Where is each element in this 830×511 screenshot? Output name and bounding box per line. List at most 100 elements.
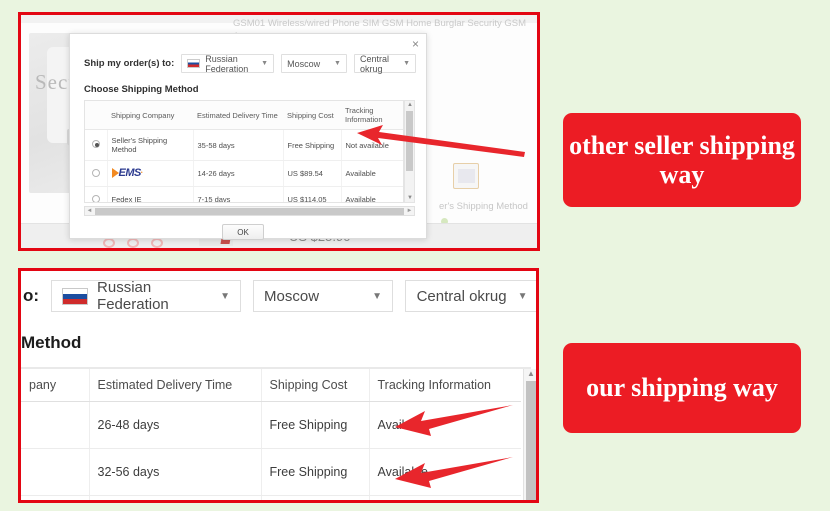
cell-delivery: 14-26 days [192, 160, 283, 187]
cell-company: Fedex IE [106, 186, 193, 202]
column-header-cost: Shipping Cost [260, 369, 369, 402]
cell-delivery: 26-48 days [88, 401, 261, 449]
cell-cost [260, 495, 369, 500]
cell-company [21, 448, 89, 496]
scroll-up-icon[interactable]: ▲ [407, 102, 413, 108]
shipping-method-table-wrapper: pany Estimated Delivery Time Shipping Co… [21, 369, 521, 500]
scrollbar-thumb[interactable] [526, 381, 536, 500]
state-select[interactable]: Moscow ▼ [253, 280, 394, 312]
row-radio-cell[interactable] [85, 129, 107, 161]
row-radio-cell[interactable] [85, 186, 107, 202]
cell-company [21, 495, 89, 500]
cell-tracking: Not available [340, 129, 403, 161]
cell-cost: Free Shipping [260, 448, 369, 496]
table-header-row: Shipping Company Estimated Delivery Time… [85, 101, 403, 130]
ems-logo-text: EMS [118, 167, 142, 179]
table-horizontal-scrollbar[interactable]: ◄ ► [84, 206, 415, 216]
scroll-down-icon[interactable]: ▼ [407, 195, 413, 201]
scrollbar-thumb[interactable] [406, 111, 413, 171]
chevron-down-icon: ▼ [517, 290, 528, 302]
ship-to-label-cropped: o: [23, 286, 40, 305]
russia-flag-icon [62, 287, 89, 305]
ship-to-label: Ship my order(s) to: [84, 58, 175, 69]
scroll-right-icon[interactable]: ► [405, 208, 414, 214]
cell-tracking [368, 495, 521, 500]
column-header-company: Shipping Company [107, 101, 193, 130]
radio-button-icon[interactable] [91, 168, 100, 177]
cell-delivery: 32-56 days [88, 448, 261, 496]
row-radio-cell[interactable] [85, 160, 107, 187]
cell-company [21, 401, 89, 449]
cell-tracking: Available [368, 448, 521, 496]
scroll-left-icon[interactable]: ◄ [85, 208, 94, 214]
cell-delivery [88, 495, 261, 500]
table-row[interactable]: 32-56 days Free Shipping Available [21, 448, 521, 496]
chevron-down-icon: ▼ [403, 60, 410, 67]
cell-cost: Free Shipping [282, 129, 341, 161]
country-select[interactable]: Russian Federation ▼ [51, 279, 242, 313]
radio-button-icon[interactable] [91, 194, 100, 202]
table-row[interactable]: EMS • 14-26 days US $89.54 Available [85, 160, 403, 187]
column-header-tracking: Tracking Information [341, 101, 403, 130]
city-select-value: Central okrug [359, 53, 389, 74]
city-select[interactable]: Central okrug ▼ [353, 53, 416, 74]
state-select-value: Moscow [264, 287, 320, 305]
cell-tracking: Available [368, 401, 521, 449]
choose-shipping-method-heading-cropped: Method [21, 333, 82, 352]
table-row[interactable]: Fedex IE 7-15 days US $114.05 Available [85, 186, 403, 202]
cell-cost: US $89.54 [282, 160, 341, 187]
cell-tracking: Available [340, 186, 403, 202]
shipping-method-table-wrapper: Shipping Company Estimated Delivery Time… [84, 100, 404, 203]
top-panel-other-seller: GSM01 Wireless/wired Phone SIM GSM Home … [18, 12, 540, 251]
bottom-panel-our-shipping: o: Russian Federation ▼ Moscow ▼ Central… [18, 268, 539, 503]
shipping-method-modal: × Ship my order(s) to: Russian Federatio… [69, 33, 427, 240]
radio-button-icon[interactable] [91, 140, 100, 148]
callout-our-shipping: our shipping way [563, 343, 801, 433]
russia-flag-icon [187, 59, 201, 68]
close-icon[interactable]: × [412, 38, 419, 50]
column-header-select [85, 101, 107, 130]
city-select-value: Central okrug [416, 287, 507, 305]
cell-company: EMS • [106, 160, 193, 187]
ems-logo-icon: EMS • [111, 167, 143, 179]
background-thumbnail [453, 163, 479, 189]
choose-shipping-method-heading: Choose Shipping Method [84, 84, 199, 95]
city-select[interactable]: Central okrug ▼ [405, 280, 536, 312]
ship-to-row: Ship my order(s) to: Russian Federation … [84, 53, 416, 74]
column-header-tracking: Tracking Information [368, 369, 521, 402]
screenshot-root: GSM01 Wireless/wired Phone SIM GSM Home … [0, 0, 830, 511]
scrollbar-thumb[interactable] [95, 207, 404, 215]
table-row[interactable]: Seller's Shipping Method 35-58 days Free… [85, 129, 403, 161]
country-select-value: Russian Federation [205, 53, 249, 74]
table-vertical-scrollbar[interactable]: ▲ [523, 369, 536, 500]
cell-delivery: 7-15 days [192, 186, 283, 202]
callout-other-seller: other seller shipping way [563, 113, 801, 207]
shipping-method-table: pany Estimated Delivery Time Shipping Co… [21, 369, 521, 500]
column-header-delivery: Estimated Delivery Time [88, 369, 261, 402]
cell-tracking: Available [340, 160, 403, 187]
state-select-value: Moscow [287, 58, 321, 69]
country-select[interactable]: Russian Federation ▼ [181, 53, 275, 74]
table-header-row: pany Estimated Delivery Time Shipping Co… [21, 369, 521, 402]
chevron-down-icon: ▼ [220, 290, 231, 302]
column-header-cost: Shipping Cost [283, 101, 341, 130]
scroll-up-icon[interactable]: ▲ [527, 370, 535, 378]
shipping-method-table: Shipping Company Estimated Delivery Time… [85, 101, 403, 202]
chevron-down-icon: ▼ [372, 290, 383, 302]
state-select[interactable]: Moscow ▼ [281, 54, 347, 73]
chevron-down-icon: ▼ [334, 60, 341, 67]
country-select-value: Russian Federation [97, 279, 169, 313]
cell-delivery: 35-58 days [192, 129, 283, 161]
table-vertical-scrollbar[interactable]: ▲ ▼ [404, 100, 415, 203]
table-row[interactable]: 26-48 days Free Shipping Available [21, 401, 521, 449]
ship-to-row: o: Russian Federation ▼ Moscow ▼ Central… [21, 279, 536, 313]
column-header-company-cropped: pany [21, 369, 89, 402]
background-shipping-method-text: er's Shipping Method [439, 201, 528, 212]
ok-button[interactable]: OK [222, 224, 264, 240]
cell-cost: US $114.05 [282, 186, 341, 202]
cell-company: Seller's Shipping Method [106, 129, 193, 161]
table-row-partial[interactable] [21, 495, 521, 500]
chevron-down-icon: ▼ [261, 60, 269, 67]
column-header-delivery: Estimated Delivery Time [193, 101, 283, 130]
cell-cost: Free Shipping [260, 401, 369, 449]
